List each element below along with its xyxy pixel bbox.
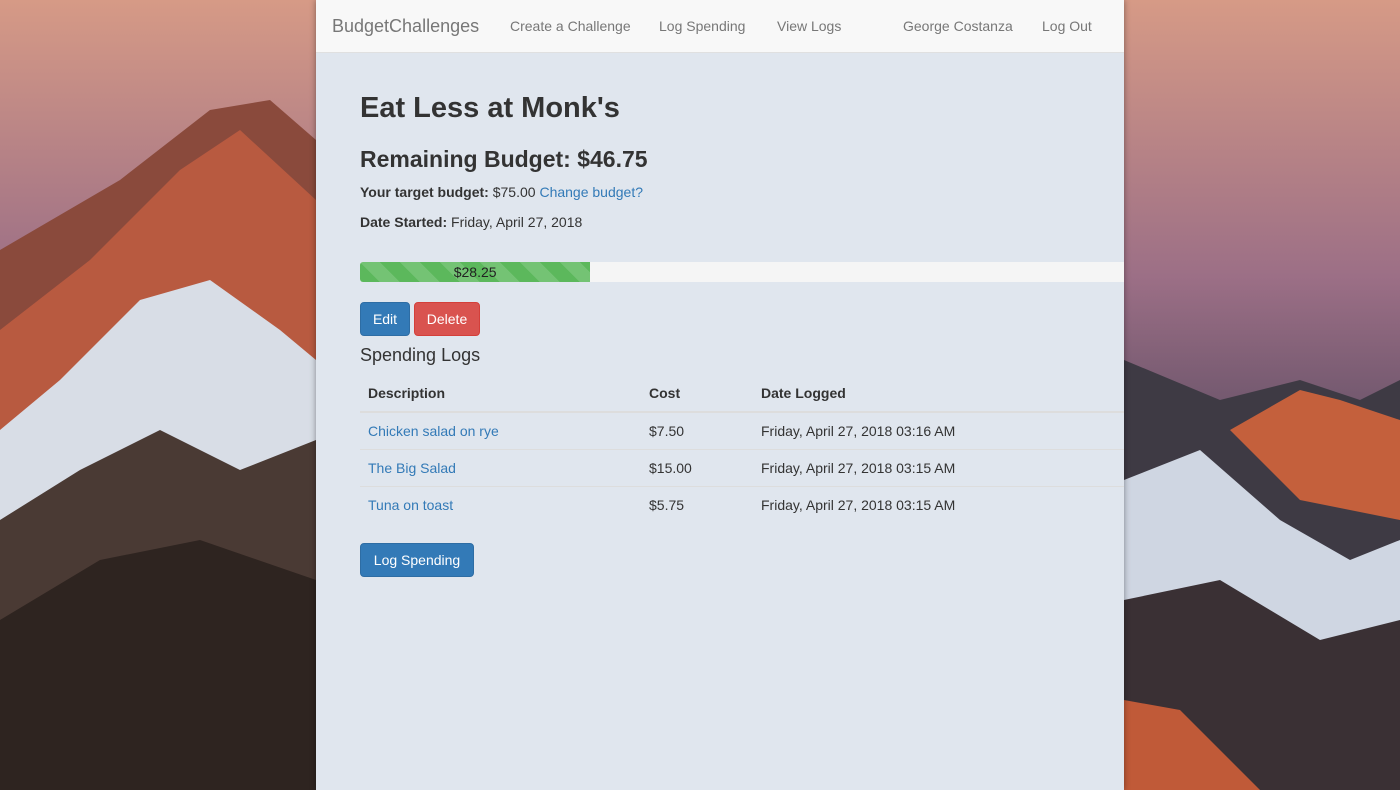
date-started-label: Date Started: <box>360 214 448 230</box>
log-description-link[interactable]: The Big Salad <box>368 460 456 476</box>
nav-user-name[interactable]: George Costanza <box>903 18 1013 34</box>
delete-button[interactable]: Delete <box>414 302 480 336</box>
table-row: The Big Salad $15.00 Friday, April 27, 2… <box>360 449 1124 487</box>
target-budget-value: $75.00 <box>492 184 536 200</box>
log-date-cell: Friday, April 27, 2018 03:15 AM <box>753 486 1124 523</box>
log-description-cell: Chicken salad on rye <box>360 411 641 450</box>
remaining-budget: Remaining Budget: $46.75 <box>360 146 648 172</box>
table-header-row: Description Cost Date Logged <box>360 374 1124 413</box>
browser-page: BudgetChallenges Create a Challenge Log … <box>316 0 1124 790</box>
nav-log-spending[interactable]: Log Spending <box>659 18 745 34</box>
top-navbar: BudgetChallenges Create a Challenge Log … <box>316 0 1124 53</box>
column-header-description: Description <box>360 374 641 413</box>
edit-button[interactable]: Edit <box>360 302 410 336</box>
log-date-cell: Friday, April 27, 2018 03:16 AM <box>753 411 1124 450</box>
nav-create-challenge[interactable]: Create a Challenge <box>510 18 631 34</box>
spending-logs-table: Description Cost Date Logged Chicken sal… <box>360 374 1124 523</box>
budget-progress: $28.25 <box>360 262 1124 282</box>
log-spending-button[interactable]: Log Spending <box>360 543 474 577</box>
date-started-value: Friday, April 27, 2018 <box>451 214 583 230</box>
table-row: Tuna on toast $5.75 Friday, April 27, 20… <box>360 486 1124 523</box>
nav-view-logs[interactable]: View Logs <box>777 18 841 34</box>
log-description-link[interactable]: Tuna on toast <box>368 497 453 513</box>
column-header-cost: Cost <box>641 374 753 413</box>
log-cost-cell: $5.75 <box>641 486 753 523</box>
column-header-date: Date Logged <box>753 374 1124 413</box>
spending-logs-heading: Spending Logs <box>360 345 481 365</box>
table-row: Chicken salad on rye $7.50 Friday, April… <box>360 411 1124 450</box>
log-description-cell: Tuna on toast <box>360 486 641 523</box>
page-title: Eat Less at Monk's <box>360 92 620 124</box>
target-budget-line: Your target budget: $75.00 Change budget… <box>360 184 643 200</box>
log-description-cell: The Big Salad <box>360 449 641 487</box>
brand-link[interactable]: BudgetChallenges <box>332 16 479 37</box>
nav-log-out[interactable]: Log Out <box>1042 18 1092 34</box>
log-description-link[interactable]: Chicken salad on rye <box>368 423 499 439</box>
budget-progress-bar: $28.25 <box>360 262 591 282</box>
log-cost-cell: $7.50 <box>641 411 753 450</box>
change-budget-link[interactable]: Change budget? <box>539 184 643 200</box>
target-budget-label: Your target budget: <box>360 184 489 200</box>
date-started-line: Date Started: Friday, April 27, 2018 <box>360 214 582 230</box>
log-date-cell: Friday, April 27, 2018 03:15 AM <box>753 449 1124 487</box>
log-cost-cell: $15.00 <box>641 449 753 487</box>
